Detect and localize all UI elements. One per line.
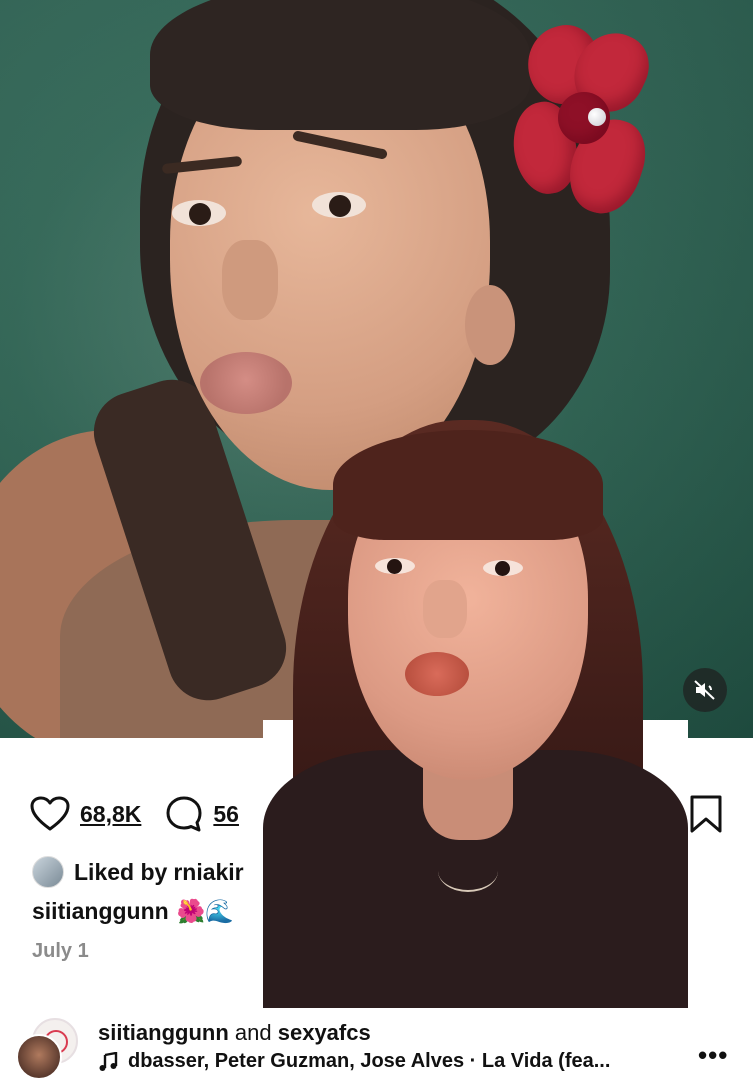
caption: siitianggunn 🌺🌊 [32, 898, 234, 925]
caption-username[interactable]: siitianggunn [32, 898, 169, 925]
comments-count[interactable]: 56 [213, 801, 239, 828]
collab-user-two[interactable]: sexyafcs [278, 1020, 371, 1045]
bookmark-icon [690, 795, 722, 833]
overlay-eye-left [375, 558, 415, 574]
pearl [588, 108, 606, 126]
lips [200, 352, 292, 414]
hair-front [150, 0, 530, 130]
likes-count[interactable]: 68,8K [80, 801, 141, 828]
ear [465, 285, 515, 365]
overlay-eye-right [483, 560, 523, 576]
liked-by-line[interactable]: Liked by rniakir [32, 856, 244, 888]
liked-by-label: Liked by [74, 858, 168, 885]
avatar[interactable] [16, 1034, 62, 1080]
liked-by-username[interactable]: rniakir [173, 859, 243, 886]
eye-right [312, 192, 366, 218]
post-date: July 1 [32, 940, 89, 962]
speaker-muted-icon [694, 680, 715, 700]
audio-attribution-row[interactable]: siitianggunn and sexyafcs dbasser, Peter… [0, 1012, 753, 1084]
more-dots-icon[interactable]: ••• [698, 1040, 728, 1071]
mute-button[interactable] [683, 668, 727, 712]
overlay-necklace [438, 850, 498, 892]
music-note-icon [99, 1051, 118, 1071]
post-actions: 68,8K 56 [30, 790, 263, 838]
comment-bubble-icon [166, 796, 202, 832]
comment-button[interactable]: 56 [165, 795, 239, 833]
eye-left [172, 200, 226, 226]
audio-track[interactable]: dbasser, Peter Guzman, Jose Alves · La V… [98, 1050, 610, 1073]
hair-flower [506, 18, 660, 223]
heart-icon [30, 796, 70, 831]
nose [222, 240, 278, 320]
caption-text: 🌺🌊 [176, 898, 234, 924]
audio-track-label[interactable]: dbasser, Peter Guzman, Jose Alves · La V… [128, 1050, 610, 1073]
collab-users[interactable]: siitianggunn and sexyafcs [98, 1020, 371, 1046]
avatar[interactable] [32, 856, 64, 888]
save-button[interactable] [688, 794, 724, 839]
overlay-bangs [333, 430, 603, 540]
overlay-nose [423, 580, 467, 638]
like-button[interactable]: 68,8K [30, 796, 141, 832]
collab-user-one[interactable]: siitianggunn [98, 1020, 229, 1045]
overlay-photo [263, 420, 688, 1008]
overlay-lips [405, 652, 469, 696]
stacked-avatars[interactable] [16, 1016, 82, 1080]
collab-and: and [234, 1020, 272, 1045]
